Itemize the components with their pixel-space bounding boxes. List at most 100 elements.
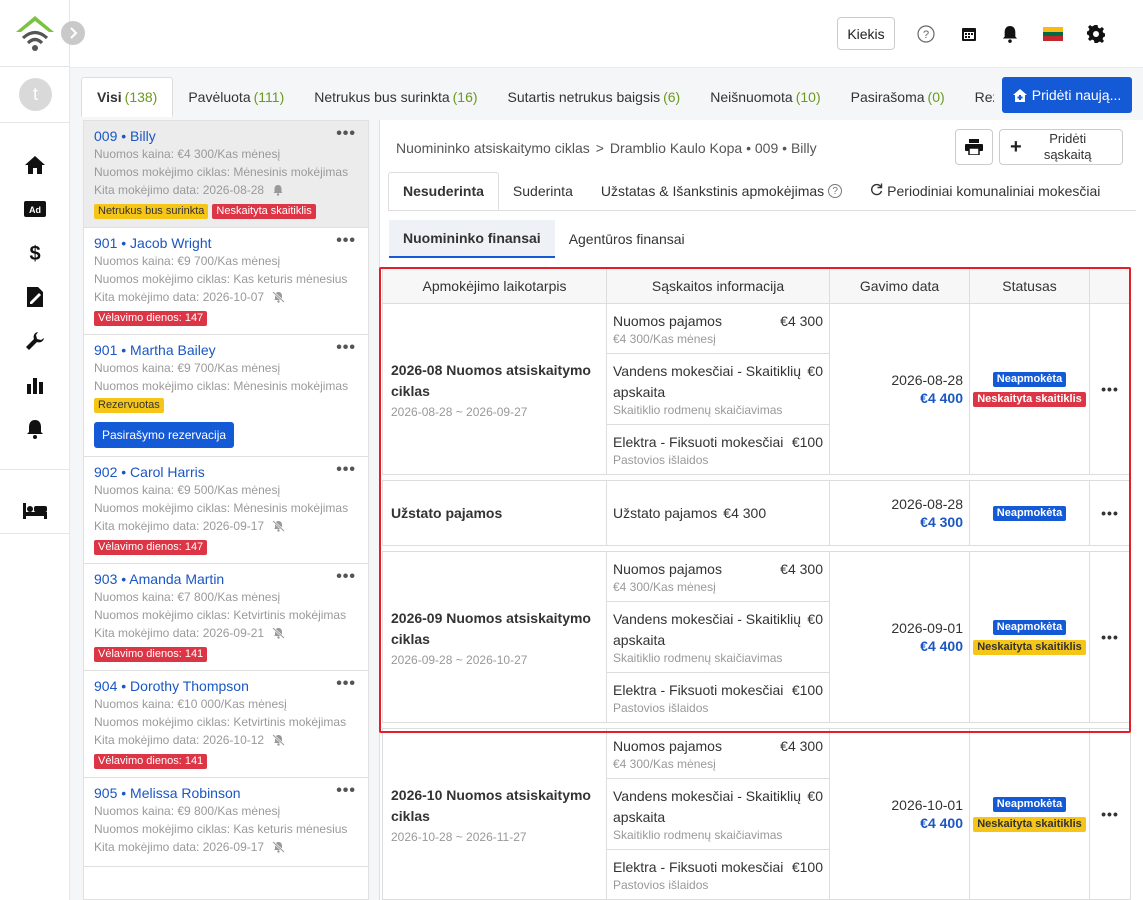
bell-off-icon[interactable] xyxy=(272,290,285,308)
tenant-name[interactable]: 901 • Jacob Wright xyxy=(94,234,358,252)
bell-icon[interactable] xyxy=(272,183,284,201)
list-item[interactable]: 904 • Dorothy Thompson ••• Nuomos kaina: €… xyxy=(84,671,368,778)
list-item[interactable]: 905 • Melissa Robinson ••• Nuomos kaina: €… xyxy=(84,778,368,867)
bell-icon[interactable] xyxy=(1000,24,1020,44)
bill-line[interactable]: Vandens mokesčiai - Skaitiklių apskaita S… xyxy=(607,779,829,850)
bill-name: Nuomos pajamos xyxy=(613,313,722,329)
badge-group: Rezervuotas xyxy=(94,398,358,413)
flag-lt-icon[interactable] xyxy=(1042,24,1064,44)
wrench-icon[interactable] xyxy=(23,329,47,353)
home-icon[interactable] xyxy=(23,153,47,177)
ad-icon[interactable]: Ad xyxy=(23,197,47,221)
tenant-cycle: Nuomos mokėjimo ciklas: Ketvirtinis mokė… xyxy=(94,608,347,622)
bill-line[interactable]: Vandens mokesčiai - Skaitiklių apskaita S… xyxy=(607,602,829,673)
bill-line[interactable]: Nuomos pajamos €4 300/Kas mėnesį €4 300 xyxy=(607,304,829,354)
tenant-fullname: Jacob Wright xyxy=(130,235,212,251)
collapse-toggle-icon[interactable] xyxy=(61,21,85,45)
tenant-name[interactable]: 902 • Carol Harris xyxy=(94,463,358,481)
badge-group: Vėlavimo dienos: 147 xyxy=(94,311,358,326)
bill-line[interactable]: Elektra - Fiksuoti mokesčiai Pastovios iš… xyxy=(607,425,829,474)
list-item[interactable]: 901 • Jacob Wright ••• Nuomos kaina: €9 70… xyxy=(84,228,368,335)
bill-amount: €4 300 xyxy=(780,738,823,754)
help-icon[interactable]: ? xyxy=(916,24,936,44)
contract-icon[interactable] xyxy=(23,285,47,309)
received-cell: 2026-10-01 €4 400 xyxy=(829,728,970,900)
tab-5[interactable]: Pasirašoma (0) xyxy=(836,77,960,117)
subtab-2[interactable]: Užstatas & Išankstinis apmokėjimas? xyxy=(587,172,856,210)
calendar-icon[interactable] xyxy=(959,24,979,44)
row-actions-icon[interactable]: ••• xyxy=(1089,728,1131,900)
subtab-1[interactable]: Suderinta xyxy=(499,172,587,210)
sign-reservation-button[interactable]: Pasirašymo rezervacija xyxy=(94,422,235,448)
tab-count: (138) xyxy=(124,89,158,105)
bell-off-icon[interactable] xyxy=(272,840,285,858)
tenant-name[interactable]: 903 • Amanda Martin xyxy=(94,570,358,588)
bill-subtext: €4 300/Kas mėnesį xyxy=(613,757,716,771)
breadcrumb-cycle[interactable]: Nuomininko atsiskaitymo ciklas xyxy=(396,140,590,156)
tenant-price: Nuomos kaina: €9 700/Kas mėnesį xyxy=(94,361,281,375)
list-item[interactable]: 009 • Billy ••• Nuomos kaina: €4 300/Kas m… xyxy=(84,121,368,228)
tab-3[interactable]: Sutartis netrukus baigsis (6) xyxy=(493,77,696,117)
more-options-icon[interactable]: ••• xyxy=(336,461,356,479)
printer-icon xyxy=(965,139,983,155)
tab-1[interactable]: Pavėluota (111) xyxy=(173,77,299,117)
subtab-0[interactable]: Nesuderinta xyxy=(388,172,499,210)
more-options-icon[interactable]: ••• xyxy=(336,339,356,357)
kiekis-button[interactable]: Kiekis xyxy=(837,17,895,50)
list-item[interactable]: 902 • Carol Harris ••• Nuomos kaina: €9 50… xyxy=(84,457,368,564)
bill-line[interactable]: Nuomos pajamos €4 300/Kas mėnesį €4 300 xyxy=(607,729,829,779)
chart-icon[interactable] xyxy=(23,373,47,397)
tab-4[interactable]: Neišnuomota (10) xyxy=(695,77,835,117)
row-actions-icon[interactable]: ••• xyxy=(1089,551,1131,723)
bill-line[interactable]: Elektra - Fiksuoti mokesčiai Pastovios iš… xyxy=(607,673,829,722)
list-item[interactable]: 901 • Martha Bailey ••• Nuomos kaina: €9 7… xyxy=(84,335,368,457)
dollar-icon[interactable]: $ xyxy=(23,241,47,265)
tenant-price: Nuomos kaina: €9 800/Kas mėnesį xyxy=(94,804,281,818)
status-badge: Neapmokėta xyxy=(992,620,1067,635)
logo-icon[interactable] xyxy=(14,12,56,54)
bell-icon[interactable] xyxy=(23,417,47,441)
finance-tab-0[interactable]: Nuomininko finansai xyxy=(389,220,555,258)
list-item[interactable]: 903 • Amanda Martin ••• Nuomos kaina: €7 8… xyxy=(84,564,368,671)
avatar[interactable]: t xyxy=(19,78,52,111)
tenant-name[interactable]: 904 • Dorothy Thompson xyxy=(94,677,358,695)
tenant-name[interactable]: 009 • Billy xyxy=(94,127,358,145)
bill-info-cell: Nuomos pajamos €4 300/Kas mėnesį €4 300 Van… xyxy=(606,303,830,475)
more-options-icon[interactable]: ••• xyxy=(336,782,356,800)
tenant-name[interactable]: 905 • Melissa Robinson xyxy=(94,784,358,802)
bed-icon[interactable] xyxy=(23,499,47,523)
bell-off-icon[interactable] xyxy=(272,733,285,751)
more-options-icon[interactable]: ••• xyxy=(336,675,356,693)
bill-line[interactable]: Elektra - Fiksuoti mokesčiai Pastovios iš… xyxy=(607,850,829,899)
bill-line[interactable]: Užstato pajamos €4 300 xyxy=(607,481,829,545)
row-actions-icon[interactable]: ••• xyxy=(1089,480,1131,546)
bill-subtext: €4 300/Kas mėnesį xyxy=(613,580,716,594)
column-header: Statusas xyxy=(969,267,1090,304)
bill-line[interactable]: Vandens mokesčiai - Skaitiklių apskaita S… xyxy=(607,354,829,425)
gear-icon[interactable] xyxy=(1086,24,1106,44)
tab-2[interactable]: Netrukus bus surinkta (16) xyxy=(299,77,492,117)
subtab-3[interactable]: Periodiniai komunaliniai mokesčiai xyxy=(856,172,1114,210)
print-button[interactable] xyxy=(955,129,993,165)
bill-line[interactable]: Nuomos pajamos €4 300/Kas mėnesį €4 300 xyxy=(607,552,829,602)
add-new-button[interactable]: Pridėti naują... xyxy=(1002,77,1132,113)
help-icon[interactable]: ? xyxy=(828,184,843,198)
tab-0[interactable]: Visi (138) xyxy=(81,77,174,117)
more-options-icon[interactable]: ••• xyxy=(336,232,356,250)
row-actions-icon[interactable]: ••• xyxy=(1089,303,1131,475)
name-separator: • xyxy=(117,678,131,694)
bell-off-icon[interactable] xyxy=(272,626,285,644)
bell-off-icon[interactable] xyxy=(272,519,285,537)
finance-tab-1[interactable]: Agentūros finansai xyxy=(555,220,699,258)
tab-6[interactable]: Rezer xyxy=(960,77,994,117)
bill-subtext: Pastovios išlaidos xyxy=(613,701,709,715)
bill-info-cell: Nuomos pajamos €4 300/Kas mėnesį €4 300 Van… xyxy=(606,728,830,900)
more-options-icon[interactable]: ••• xyxy=(336,568,356,586)
add-bill-button[interactable]: + Pridėti sąskaitą xyxy=(999,129,1123,165)
more-options-icon[interactable]: ••• xyxy=(336,125,356,143)
tenant-name[interactable]: 901 • Martha Bailey xyxy=(94,341,358,359)
next-payment-text: Kita mokėjimo data: 2026-09-17 xyxy=(94,840,265,854)
status-badge: Rezervuotas xyxy=(94,398,164,413)
bill-name: Elektra - Fiksuoti mokesčiai xyxy=(613,682,784,698)
column-header xyxy=(1089,267,1131,304)
